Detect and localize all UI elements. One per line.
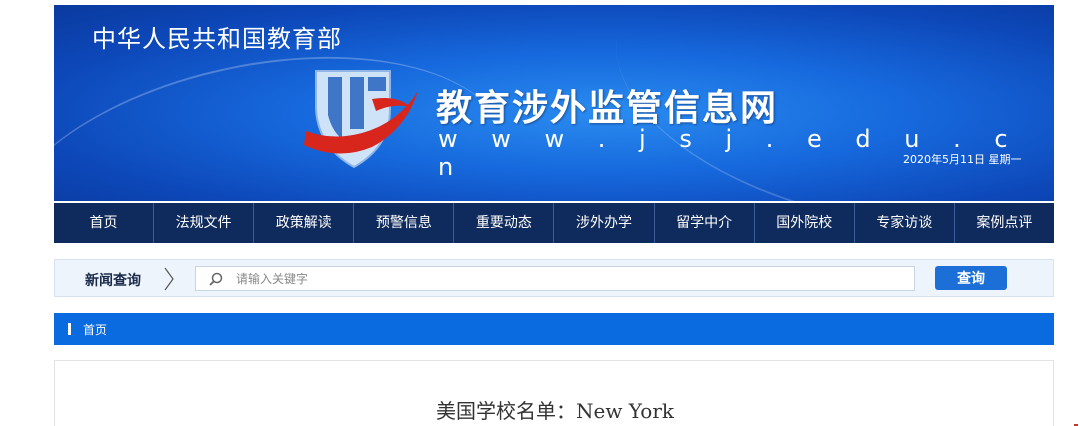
nav-item-warnings[interactable]: 预警信息 bbox=[354, 203, 455, 243]
article-container: 美国学校名单：New York bbox=[54, 360, 1054, 426]
jsj-shield-logo-icon bbox=[304, 70, 418, 169]
nav-item-interviews[interactable]: 专家访谈 bbox=[855, 203, 955, 243]
search-field bbox=[195, 266, 915, 291]
news-search-bar: 新闻查询 查询 bbox=[54, 259, 1054, 297]
ministry-name: 中华人民共和国教育部 bbox=[92, 25, 342, 53]
nav-item-policy[interactable]: 政策解读 bbox=[254, 203, 355, 243]
nav-item-foreign-schools[interactable]: 涉外办学 bbox=[554, 203, 655, 243]
search-input[interactable] bbox=[236, 269, 906, 289]
breadcrumb-marker bbox=[68, 323, 71, 335]
breadcrumb: 首页 bbox=[54, 313, 1054, 345]
breadcrumb-home-link[interactable]: 首页 bbox=[83, 321, 107, 338]
article-title: 美国学校名单：New York bbox=[436, 399, 674, 423]
site-name: 教育涉外监管信息网 bbox=[436, 87, 779, 129]
main-nav: 首页 法规文件 政策解读 预警信息 重要动态 涉外办学 留学中介 国外院校 专家… bbox=[54, 203, 1054, 243]
nav-item-agencies[interactable]: 留学中介 bbox=[655, 203, 755, 243]
nav-item-news[interactable]: 重要动态 bbox=[454, 203, 555, 243]
site-banner: 中华人民共和国教育部 教育涉外监管信息网 w w w . j s j . e d… bbox=[54, 5, 1054, 201]
search-button[interactable]: 查询 bbox=[935, 266, 1007, 290]
nav-item-cases[interactable]: 案例点评 bbox=[955, 203, 1054, 243]
site-url: w w w . j s j . e d u . c n bbox=[438, 125, 1021, 181]
nav-item-overseas-institutions[interactable]: 国外院校 bbox=[755, 203, 855, 243]
current-date: 2020年5月11日 星期一 bbox=[903, 153, 1022, 166]
search-label: 新闻查询 bbox=[85, 273, 141, 289]
nav-item-regulations[interactable]: 法规文件 bbox=[154, 203, 255, 243]
chevron-right-icon bbox=[164, 267, 174, 291]
nav-item-home[interactable]: 首页 bbox=[54, 203, 155, 243]
search-icon bbox=[209, 272, 223, 286]
